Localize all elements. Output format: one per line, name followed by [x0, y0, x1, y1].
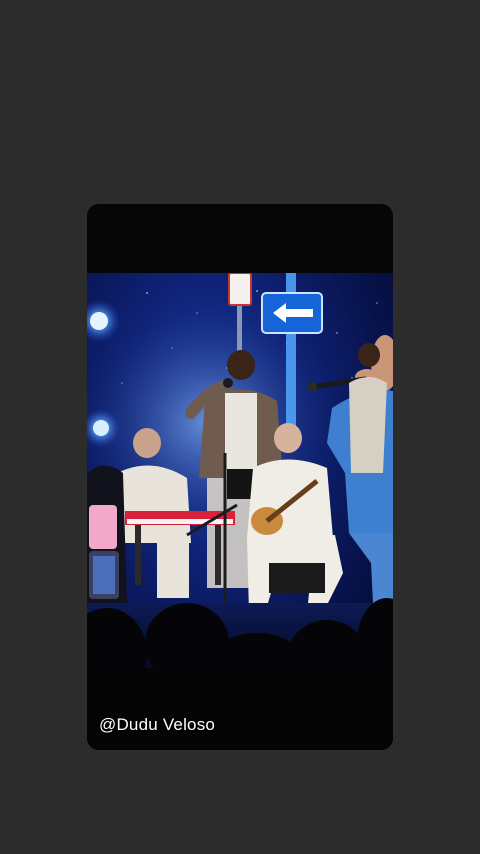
- concert-scene: [87, 273, 393, 683]
- concert-video[interactable]: [87, 273, 393, 683]
- creator-watermark: @Dudu Veloso: [99, 715, 216, 734]
- audience-left: [87, 465, 127, 603]
- story-top-bar: [87, 204, 393, 273]
- story-card[interactable]: @Dudu Veloso: [87, 204, 393, 750]
- story-viewer: @Dudu Veloso: [0, 0, 480, 854]
